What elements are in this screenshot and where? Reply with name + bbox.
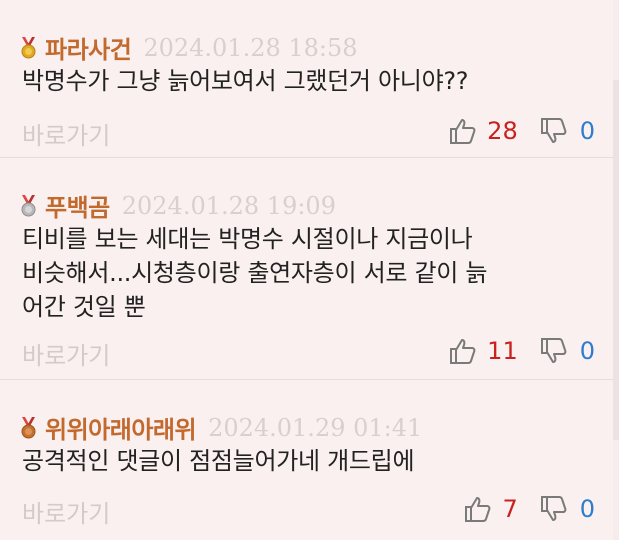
like-count: 28 bbox=[487, 117, 518, 145]
silver-medal-icon bbox=[20, 194, 37, 217]
comment-line: 어간 것일 뿐 bbox=[22, 293, 146, 321]
comment-nickname[interactable]: 파라사건 bbox=[45, 30, 132, 65]
comment-body: 티비를 보는 세대는 박명수 시절이나 지금이나 비슷해서...시청층이랑 출연… bbox=[22, 222, 585, 324]
comment-date: 2024.01.28 19:09 bbox=[121, 191, 336, 220]
comment-date: 2024.01.29 01:41 bbox=[208, 413, 423, 442]
vote-controls: 11 0 bbox=[447, 336, 595, 366]
comment-line: 공격적인 댓글이 점점늘어가네 개드립에 bbox=[22, 447, 415, 475]
like-count: 7 bbox=[502, 495, 518, 523]
comment-header: 위위아래아래위 2024.01.29 01:41 bbox=[20, 410, 422, 445]
like-count: 11 bbox=[487, 337, 518, 365]
comment-body: 공격적인 댓글이 점점늘어가네 개드립에 bbox=[22, 444, 585, 478]
comment-item: 푸백곰 2024.01.28 19:09 티비를 보는 세대는 박명수 시절이나… bbox=[0, 158, 613, 380]
comment-header: 푸백곰 2024.01.28 19:09 bbox=[20, 188, 336, 223]
comment-header: 파라사건 2024.01.28 18:58 bbox=[20, 30, 358, 65]
dislike-count: 0 bbox=[579, 117, 595, 145]
thumbs-down-icon[interactable] bbox=[538, 336, 568, 366]
comment-nickname[interactable]: 위위아래아래위 bbox=[45, 410, 197, 445]
comment-line: 티비를 보는 세대는 박명수 시절이나 지금이나 bbox=[22, 225, 473, 253]
dislike-count: 0 bbox=[579, 337, 595, 365]
thumbs-up-icon[interactable] bbox=[462, 494, 492, 524]
dislike-count: 0 bbox=[579, 495, 595, 523]
comment-date: 2024.01.28 18:58 bbox=[143, 33, 358, 62]
comment-line: 비슷해서...시청층이랑 출연자층이 서로 같이 늙 bbox=[22, 259, 488, 287]
comment-body: 박명수가 그냥 늙어보여서 그랬던거 아니야?? bbox=[22, 64, 585, 98]
comment-nickname[interactable]: 푸백곰 bbox=[45, 188, 110, 223]
thumbs-down-icon[interactable] bbox=[538, 116, 568, 146]
vote-controls: 28 0 bbox=[447, 116, 595, 146]
comment-item: 파라사건 2024.01.28 18:58 박명수가 그냥 늙어보여서 그랬던거… bbox=[0, 0, 613, 158]
thumbs-down-icon[interactable] bbox=[538, 494, 568, 524]
bronze-medal-icon bbox=[20, 416, 37, 439]
reply-link[interactable]: 바로가기 bbox=[22, 494, 110, 529]
reply-link[interactable]: 바로가기 bbox=[22, 336, 110, 371]
vote-controls: 7 0 bbox=[462, 494, 595, 524]
scrollbar-thumb[interactable] bbox=[613, 80, 619, 440]
thumbs-up-icon[interactable] bbox=[447, 336, 477, 366]
reply-link[interactable]: 바로가기 bbox=[22, 116, 110, 151]
thumbs-up-icon[interactable] bbox=[447, 116, 477, 146]
comment-line: 박명수가 그냥 늙어보여서 그랬던거 아니야?? bbox=[22, 67, 469, 95]
scrollbar-track[interactable] bbox=[613, 0, 619, 540]
comment-list: 파라사건 2024.01.28 18:58 박명수가 그냥 늙어보여서 그랬던거… bbox=[0, 0, 619, 540]
comment-item: 위위아래아래위 2024.01.29 01:41 공격적인 댓글이 점점늘어가네… bbox=[0, 380, 613, 540]
gold-medal-icon bbox=[20, 36, 37, 59]
